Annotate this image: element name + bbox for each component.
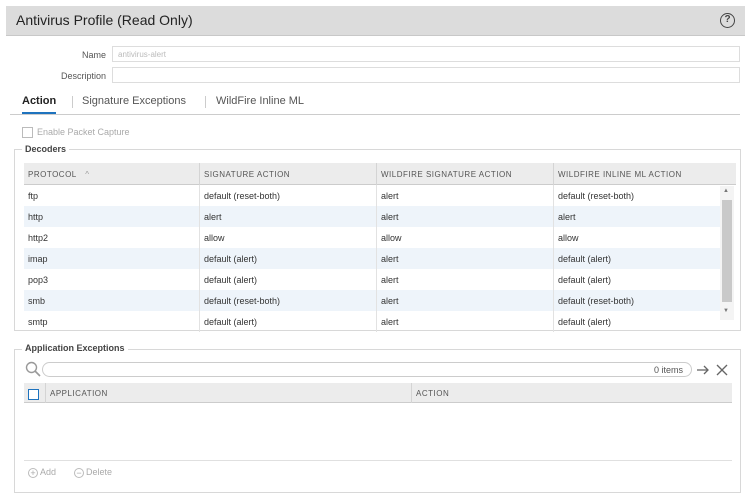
cell-wildfire-inline-ml-action: alert — [558, 212, 576, 222]
dialog-titlebar: Antivirus Profile (Read Only) ? — [6, 6, 745, 36]
cell-protocol: smb — [24, 290, 200, 311]
decoders-scrollbar[interactable]: ▲ ▼ — [720, 186, 734, 320]
description-label: Description — [60, 71, 106, 81]
table-footer: + Add − Delete — [24, 460, 732, 484]
column-header-action[interactable]: ACTION — [412, 383, 732, 403]
tab-divider — [72, 96, 73, 108]
tab-action[interactable]: Action — [22, 95, 57, 114]
select-all-checkbox[interactable] — [28, 389, 39, 400]
scroll-up-arrow-icon[interactable]: ▲ — [723, 188, 729, 194]
plus-circle-icon: + — [28, 468, 38, 478]
cell-signature-action: default (alert) — [200, 311, 377, 332]
cell-wildfire-signature-action: alert — [377, 290, 554, 311]
add-button[interactable]: + Add — [28, 467, 56, 478]
decoders-table-header: PROTOCOL ^ SIGNATURE ACTION WILDFIRE SIG… — [24, 163, 736, 185]
column-header-wildfire-signature-action[interactable]: WILDFIRE SIGNATURE ACTION — [377, 163, 554, 185]
cell-signature-action: default (reset-both) — [200, 290, 377, 311]
minus-circle-icon: − — [74, 468, 84, 478]
table-row[interactable]: ftp default (reset-both) alert default (… — [24, 185, 720, 206]
table-row[interactable]: imap default (alert) alert default (aler… — [24, 248, 720, 269]
scrollbar-thumb[interactable] — [722, 200, 732, 302]
cell-wildfire-signature-action: alert — [377, 206, 554, 227]
clear-x-icon[interactable] — [716, 364, 728, 376]
scroll-down-arrow-icon[interactable]: ▼ — [723, 308, 729, 314]
search-input[interactable]: 0 items — [42, 362, 692, 377]
cell-wildfire-inline-ml-action: default (alert) — [558, 317, 612, 327]
add-label: Add — [40, 467, 57, 477]
cell-wildfire-signature-action: alert — [377, 185, 554, 206]
cell-protocol: http — [24, 206, 200, 227]
enable-packet-capture-label: Enable Packet Capture — [37, 127, 130, 137]
tab-signature-exceptions[interactable]: Signature Exceptions — [82, 95, 186, 107]
sort-asc-icon: ^ — [85, 170, 90, 179]
dialog-title: Antivirus Profile (Read Only) — [16, 12, 193, 28]
cell-wildfire-signature-action: alert — [377, 248, 554, 269]
description-field[interactable] — [112, 67, 740, 83]
table-row[interactable]: smtp default (alert) alert default (aler… — [24, 311, 720, 332]
cell-wildfire-inline-ml-action: default (reset-both) — [558, 191, 635, 201]
select-all-cell — [24, 383, 46, 403]
cell-protocol: ftp — [24, 185, 200, 206]
name-field[interactable]: antivirus-alert — [112, 46, 740, 62]
cell-wildfire-inline-ml-action: default (reset-both) — [558, 296, 635, 306]
arrow-right-icon[interactable] — [696, 364, 710, 376]
name-label: Name — [81, 50, 106, 60]
table-row[interactable]: http alert alert alert — [24, 206, 720, 227]
cell-protocol: smtp — [24, 311, 200, 332]
cell-wildfire-signature-action: alert — [377, 269, 554, 290]
cell-signature-action: default (alert) — [200, 269, 377, 290]
column-header-protocol[interactable]: PROTOCOL ^ — [24, 163, 200, 185]
delete-button[interactable]: − Delete — [74, 467, 112, 478]
help-icon[interactable]: ? — [720, 13, 735, 28]
search-icon[interactable] — [25, 361, 41, 377]
cell-wildfire-inline-ml-action: allow — [558, 233, 579, 243]
table-row[interactable]: pop3 default (alert) alert default (aler… — [24, 269, 720, 290]
items-count: 0 items — [653, 365, 683, 375]
cell-wildfire-signature-action: allow — [377, 227, 554, 248]
cell-wildfire-inline-ml-action: default (alert) — [558, 254, 612, 264]
column-header-application[interactable]: APPLICATION — [46, 383, 412, 403]
tab-bar: Action Signature Exceptions WildFire Inl… — [10, 93, 740, 115]
column-header-label: PROTOCOL — [28, 170, 77, 179]
table-row[interactable]: smb default (reset-both) alert default (… — [24, 290, 720, 311]
cell-wildfire-inline-ml-action: default (alert) — [558, 275, 612, 285]
application-exceptions-table-header: APPLICATION ACTION — [24, 383, 732, 403]
application-exceptions-title: Application Exceptions — [22, 343, 128, 353]
decoders-title: Decoders — [22, 144, 70, 154]
cell-protocol: http2 — [24, 227, 200, 248]
column-header-signature-action[interactable]: SIGNATURE ACTION — [200, 163, 377, 185]
table-row[interactable]: http2 allow allow allow — [24, 227, 720, 248]
enable-packet-capture-checkbox[interactable] — [22, 127, 33, 138]
cell-signature-action: default (alert) — [200, 248, 377, 269]
cell-signature-action: default (reset-both) — [200, 185, 377, 206]
cell-signature-action: alert — [200, 206, 377, 227]
column-header-wildfire-inline-ml-action[interactable]: WILDFIRE INLINE ML ACTION — [554, 163, 736, 185]
cell-wildfire-signature-action: alert — [377, 311, 554, 332]
cell-signature-action: allow — [200, 227, 377, 248]
cell-protocol: pop3 — [24, 269, 200, 290]
delete-label: Delete — [86, 467, 113, 477]
tab-divider — [205, 96, 206, 108]
cell-protocol: imap — [24, 248, 200, 269]
tab-wildfire-inline-ml[interactable]: WildFire Inline ML — [216, 95, 304, 107]
